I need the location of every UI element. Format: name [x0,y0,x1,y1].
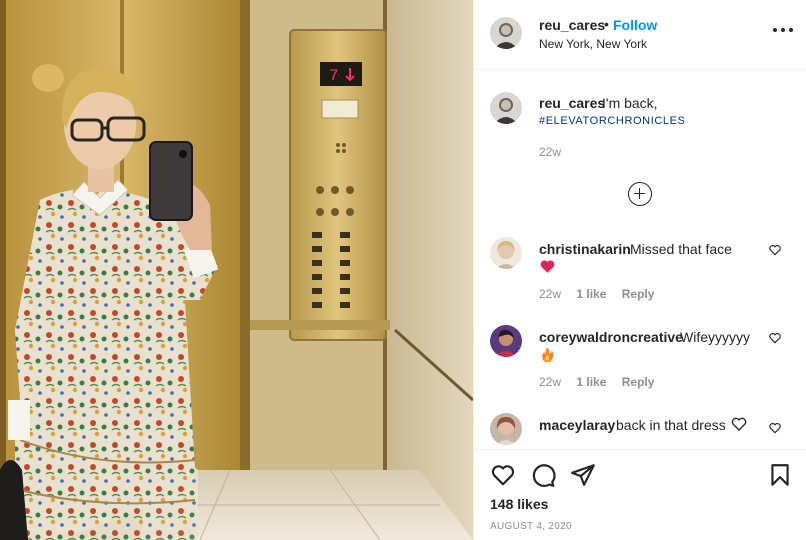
more-options-icon[interactable] [773,24,793,36]
comment-timestamp[interactable]: 22w [539,287,561,301]
caption-avatar[interactable] [490,92,522,124]
comment-text: back in that dress [616,417,726,433]
like-count[interactable]: 148 likes [490,496,548,512]
comment-text: Missed that face [630,241,732,257]
author-avatar[interactable] [490,17,522,49]
author-username[interactable]: reu_cares [539,17,605,33]
comment-reply-button[interactable]: Reply [622,375,655,389]
comment-username[interactable]: coreywaldroncreative [539,329,683,345]
caption-hashtag[interactable]: #ELEVATORCHRONICLES [539,115,686,127]
comment-like-heart-icon[interactable] [768,243,782,257]
header-separator: • [604,16,609,32]
white-heart-emoji [731,417,747,431]
bookmark-icon[interactable] [767,462,793,488]
comment-like-heart-icon[interactable] [768,421,782,435]
post-actions: 148 likes AUGUST 4, 2020 [474,449,806,540]
elevator-selfie-image: 7 [0,0,473,540]
commenter-avatar[interactable] [490,325,522,357]
svg-text:7: 7 [329,67,339,85]
post-date[interactable]: AUGUST 4, 2020 [490,521,572,532]
commenter-avatar[interactable] [490,413,522,445]
follow-button[interactable]: Follow [613,17,657,33]
share-icon[interactable] [570,462,596,488]
comment-icon[interactable] [530,462,556,488]
post-header: reu_cares • Follow New York, New York [474,0,806,70]
commenter-avatar[interactable] [490,237,522,269]
comment-meta: 22w 1 like Reply [539,375,666,389]
caption-timestamp[interactable]: 22w [539,145,561,159]
post-location[interactable]: New York, New York [539,37,647,51]
comment-username[interactable]: maceylaray [539,417,615,433]
comment-text: Wifeyyyyyy [680,329,750,345]
heart-icon[interactable] [490,462,516,488]
comment-like-heart-icon[interactable] [768,331,782,345]
post-side-panel: reu_cares • Follow New York, New York re… [473,0,806,540]
comment-item: coreywaldroncreative Wifeyyyyyy 22w 1 li… [474,325,806,409]
red-heart-emoji [540,260,555,273]
caption-username[interactable]: reu_cares [539,95,605,111]
post-photo[interactable]: 7 [0,0,473,540]
load-more-comments-icon[interactable] [628,182,652,206]
fire-emoji [542,347,554,363]
comment-item: christinakarin Missed that face 22w 1 li… [474,237,806,321]
comment-likes[interactable]: 1 like [576,287,606,301]
comment-likes[interactable]: 1 like [576,375,606,389]
comment-meta: 22w 1 like Reply [539,287,666,301]
comment-reply-button[interactable]: Reply [622,287,655,301]
caption-text: I'm back, [602,95,658,111]
comment-username[interactable]: christinakarin [539,241,631,257]
comment-timestamp[interactable]: 22w [539,375,561,389]
